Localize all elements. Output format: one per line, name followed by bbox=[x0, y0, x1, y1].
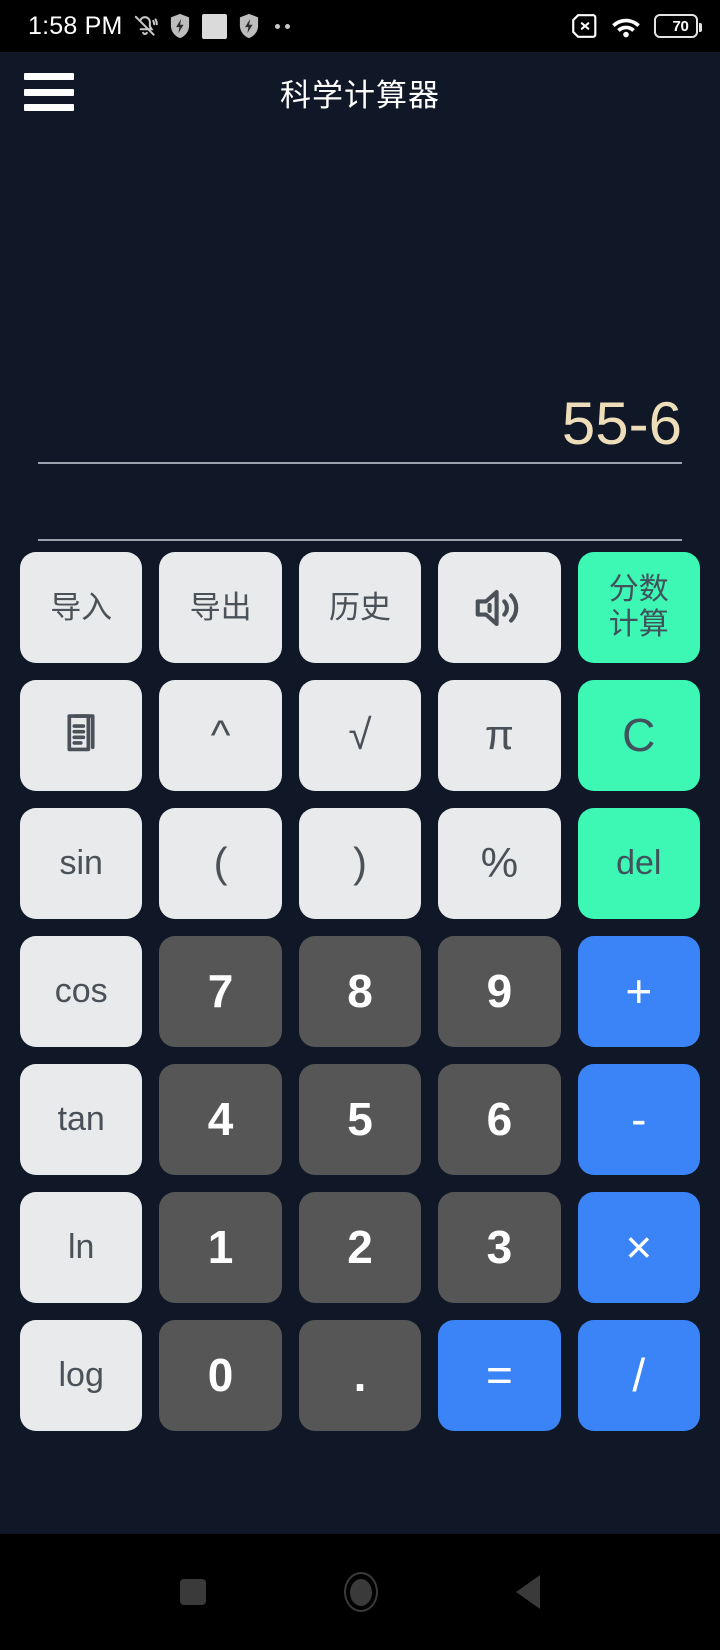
key-decimal-label: . bbox=[353, 1349, 367, 1402]
phone-screen: 1:58 PM 70 科学计算器 55-6 导入 导出 历史 分数 计算 ^ √… bbox=[0, 0, 720, 1650]
calculator-display[interactable]: 55-6 bbox=[0, 132, 720, 552]
square-recents-icon[interactable] bbox=[180, 1579, 206, 1605]
key-tan[interactable]: tan bbox=[20, 1064, 143, 1175]
battery-icon: 70 bbox=[654, 14, 702, 38]
key-sqrt[interactable]: √ bbox=[298, 680, 422, 791]
two-dots-icon bbox=[274, 23, 290, 29]
key-paren-open[interactable]: ( bbox=[159, 808, 282, 919]
key-paren-open-label: ( bbox=[213, 839, 228, 887]
key-3[interactable]: 3 bbox=[438, 1192, 561, 1303]
key-cos[interactable]: cos bbox=[20, 936, 143, 1047]
circle-home-icon[interactable] bbox=[344, 1572, 378, 1612]
key-2[interactable]: 2 bbox=[298, 1192, 422, 1303]
shield-bolt-icon bbox=[238, 13, 260, 39]
key-7-label: 7 bbox=[207, 965, 234, 1018]
android-nav-bar bbox=[0, 1534, 720, 1650]
key-3-label: 3 bbox=[486, 1221, 513, 1274]
key-divide[interactable]: / bbox=[577, 1320, 700, 1431]
key-equals[interactable]: = bbox=[438, 1320, 561, 1431]
speaker-volume-icon bbox=[470, 579, 528, 637]
key-paren-close-label: ) bbox=[352, 839, 367, 887]
expression-text: 55-6 bbox=[561, 390, 682, 457]
key-import-label: 导入 bbox=[50, 589, 113, 625]
key-delete-label: del bbox=[616, 843, 662, 882]
key-5-label: 5 bbox=[347, 1093, 373, 1146]
key-clear-label: C bbox=[622, 709, 656, 762]
key-export[interactable]: 导出 bbox=[159, 552, 282, 663]
key-percent-label: % bbox=[480, 839, 519, 887]
shield-bolt-icon bbox=[169, 13, 191, 39]
key-0[interactable]: 0 bbox=[159, 1320, 282, 1431]
key-minus[interactable]: - bbox=[577, 1064, 700, 1175]
key-sqrt-label: √ bbox=[348, 711, 372, 759]
status-left-icons bbox=[132, 13, 290, 39]
key-tan-label: tan bbox=[57, 1099, 105, 1138]
key-sin[interactable]: sin bbox=[20, 808, 143, 919]
key-history-label: 历史 bbox=[328, 589, 391, 625]
key-2-label: 2 bbox=[347, 1221, 373, 1274]
keypad: 导入 导出 历史 分数 计算 ^ √ π Csin ()% del cos 7 8 9 + tan 4 5 6 - ln… bbox=[0, 552, 720, 1431]
display-divider-bottom bbox=[38, 539, 682, 541]
key-9[interactable]: 9 bbox=[438, 936, 561, 1047]
key-8[interactable]: 8 bbox=[298, 936, 422, 1047]
key-power-label: ^ bbox=[210, 711, 231, 759]
wifi-icon bbox=[611, 13, 641, 39]
key-7[interactable]: 7 bbox=[159, 936, 282, 1047]
key-cos-label: cos bbox=[54, 971, 108, 1010]
triangle-back-icon[interactable] bbox=[516, 1575, 540, 1609]
key-sin-label: sin bbox=[59, 843, 103, 882]
key-log-label: log bbox=[58, 1355, 104, 1394]
key-6[interactable]: 6 bbox=[438, 1064, 561, 1175]
key-1[interactable]: 1 bbox=[159, 1192, 282, 1303]
app-bar: 科学计算器 bbox=[0, 52, 720, 132]
sim-card-off-icon bbox=[570, 13, 598, 39]
key-5[interactable]: 5 bbox=[298, 1064, 422, 1175]
key-pi[interactable]: π bbox=[438, 680, 561, 791]
key-percent[interactable]: % bbox=[438, 808, 561, 919]
key-ln-label: ln bbox=[67, 1227, 95, 1266]
key-import[interactable]: 导入 bbox=[20, 552, 143, 663]
key-0-label: 0 bbox=[207, 1349, 234, 1402]
page-title: 科学计算器 bbox=[280, 77, 440, 113]
display-divider-top bbox=[38, 462, 682, 464]
key-divide-label: / bbox=[632, 1349, 646, 1402]
key-log[interactable]: log bbox=[20, 1320, 143, 1431]
key-1-label: 1 bbox=[207, 1221, 234, 1274]
battery-level-label: 70 bbox=[672, 17, 689, 35]
hamburger-menu-icon[interactable] bbox=[24, 73, 74, 111]
key-ln[interactable]: ln bbox=[20, 1192, 143, 1303]
key-fraction-calc-label: 分数 计算 bbox=[608, 573, 669, 641]
key-pi-label: π bbox=[484, 711, 514, 759]
key-4[interactable]: 4 bbox=[159, 1064, 282, 1175]
key-9-label: 9 bbox=[486, 965, 513, 1018]
key-power[interactable]: ^ bbox=[159, 680, 282, 791]
key-minus-label: - bbox=[631, 1093, 647, 1146]
key-6-label: 6 bbox=[486, 1093, 513, 1146]
key-clear[interactable]: C bbox=[577, 680, 700, 791]
key-plus[interactable]: + bbox=[577, 936, 700, 1047]
status-bar: 1:58 PM 70 bbox=[0, 0, 720, 52]
bell-muted-icon bbox=[132, 13, 158, 39]
key-paren-close[interactable]: ) bbox=[298, 808, 422, 919]
key-delete[interactable]: del bbox=[577, 808, 700, 919]
white-square-icon bbox=[201, 13, 227, 39]
key-history[interactable]: 历史 bbox=[298, 552, 422, 663]
key-decimal[interactable]: . bbox=[298, 1320, 422, 1431]
key-copy[interactable] bbox=[20, 680, 143, 791]
key-4-label: 4 bbox=[207, 1093, 234, 1146]
key-multiply[interactable]: × bbox=[577, 1192, 700, 1303]
status-right-icons: 70 bbox=[570, 13, 702, 39]
key-8-label: 8 bbox=[347, 965, 373, 1018]
copy-documents-icon bbox=[55, 710, 107, 762]
key-equals-label: = bbox=[485, 1349, 513, 1402]
key-export-label: 导出 bbox=[189, 589, 252, 625]
status-clock: 1:58 PM bbox=[28, 11, 123, 40]
key-multiply-label: × bbox=[625, 1221, 653, 1274]
key-sound[interactable] bbox=[438, 552, 561, 663]
key-fraction-calc[interactable]: 分数 计算 bbox=[577, 552, 700, 663]
key-plus-label: + bbox=[625, 965, 653, 1018]
